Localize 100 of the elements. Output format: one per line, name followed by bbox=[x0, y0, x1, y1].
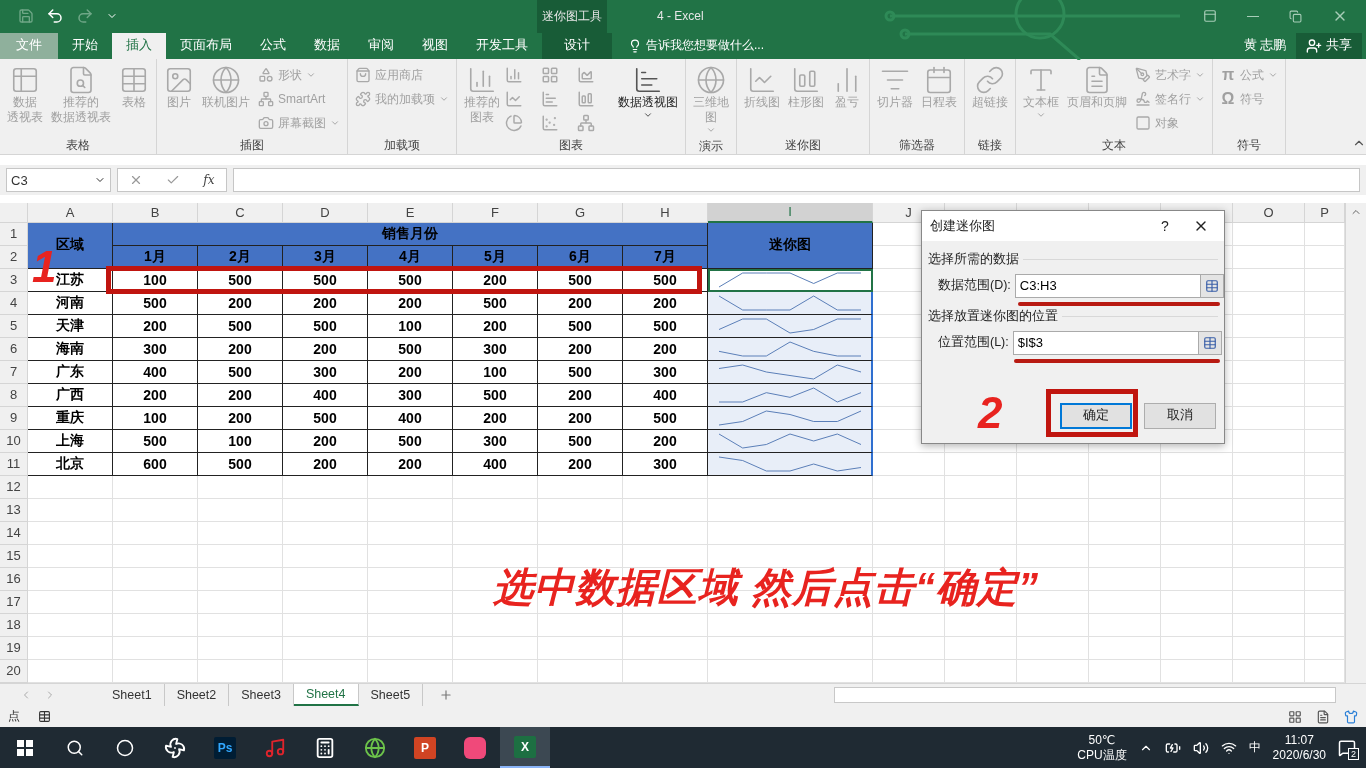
ribbon-tab[interactable]: 数据 bbox=[300, 32, 354, 60]
page-layout-icon[interactable] bbox=[1316, 709, 1330, 724]
dialog-button[interactable]: 确定 bbox=[1060, 402, 1132, 429]
help-button[interactable]: ? bbox=[1150, 216, 1180, 235]
horizontal-scrollbar[interactable] bbox=[834, 686, 1336, 703]
table-cell: 河南 bbox=[28, 291, 113, 315]
field-label: 位置范围(L): bbox=[938, 334, 1009, 352]
table-cell: 500 bbox=[623, 406, 708, 430]
row-header[interactable]: 6 bbox=[0, 337, 28, 361]
table-cell: 500 bbox=[283, 406, 368, 430]
column-header[interactable]: I bbox=[708, 202, 873, 223]
group-label: 迷你图 bbox=[784, 137, 822, 155]
app-icon bbox=[464, 736, 486, 759]
object-icon bbox=[1135, 115, 1151, 132]
column-header[interactable]: D bbox=[283, 202, 368, 223]
row-header[interactable]: 14 bbox=[0, 521, 28, 545]
table-cell: 500 bbox=[538, 314, 623, 338]
row-header[interactable]: 13 bbox=[0, 498, 28, 522]
taskbar-button[interactable]: X bbox=[500, 727, 550, 768]
lightbulb-icon bbox=[628, 38, 642, 53]
row-header[interactable]: 17 bbox=[0, 590, 28, 614]
save-button[interactable] bbox=[18, 8, 34, 25]
table-header-cell: 迷你图 bbox=[708, 222, 873, 269]
column-header[interactable]: B bbox=[113, 202, 198, 223]
ribbon-button[interactable]: 数据透视图 bbox=[615, 63, 681, 137]
table-cell: 200 bbox=[113, 383, 198, 407]
column-header[interactable]: O bbox=[1233, 202, 1305, 223]
table-cell: 400 bbox=[113, 360, 198, 384]
ribbon-tab[interactable]: 页面布局 bbox=[166, 32, 246, 60]
ribbon-tab[interactable]: 视图 bbox=[408, 32, 462, 60]
table-cell: 200 bbox=[368, 452, 453, 476]
column-header[interactable]: H bbox=[623, 202, 708, 223]
undo-button[interactable] bbox=[46, 7, 64, 26]
collapse-dialog-button[interactable] bbox=[1197, 330, 1222, 355]
formula-input[interactable] bbox=[233, 168, 1360, 193]
row-header[interactable]: 5 bbox=[0, 314, 28, 338]
range-field[interactable]: C3:H3 bbox=[1014, 273, 1200, 298]
row-header[interactable]: 18 bbox=[0, 613, 28, 637]
column-header[interactable]: G bbox=[538, 202, 623, 223]
share-button[interactable]: 共享 bbox=[1296, 32, 1362, 60]
column-header[interactable]: C bbox=[198, 202, 283, 223]
insert-function-button[interactable]: fx bbox=[203, 173, 215, 188]
dialog-button[interactable]: 取消 bbox=[1144, 402, 1216, 429]
taskbar-button[interactable]: P bbox=[400, 727, 450, 768]
row-header[interactable]: 9 bbox=[0, 406, 28, 430]
row-header[interactable]: 16 bbox=[0, 567, 28, 591]
table-cell: 400 bbox=[623, 383, 708, 407]
field-label: 数据范围(D): bbox=[938, 277, 1011, 295]
ribbon-tab[interactable]: 审阅 bbox=[354, 32, 408, 60]
table-cell: 100 bbox=[113, 406, 198, 430]
ribbon-tab[interactable]: 开发工具 bbox=[462, 32, 542, 60]
column-header[interactable]: A bbox=[28, 202, 113, 223]
sheet-tab[interactable]: Sheet4 bbox=[293, 683, 359, 706]
circle-icon bbox=[116, 738, 134, 757]
table-cell: 500 bbox=[368, 429, 453, 453]
row-header[interactable]: 12 bbox=[0, 475, 28, 499]
row-header[interactable]: 11 bbox=[0, 452, 28, 476]
tell-me-text[interactable]: 告诉我您想要做什么... bbox=[646, 37, 764, 55]
ribbon-tab[interactable]: 插入 bbox=[112, 32, 166, 60]
table-cell: 200 bbox=[198, 406, 283, 430]
column-header[interactable]: P bbox=[1305, 202, 1345, 223]
ribbon-tab[interactable]: 公式 bbox=[246, 32, 300, 60]
shirt-icon[interactable] bbox=[1344, 709, 1358, 724]
undo-icon bbox=[46, 7, 64, 26]
row-header[interactable]: 1 bbox=[0, 222, 28, 246]
group-label: 图表 bbox=[558, 137, 584, 155]
row-header[interactable]: 2 bbox=[0, 245, 28, 269]
row-header[interactable]: 7 bbox=[0, 360, 28, 384]
ribbon-tab[interactable]: 设计 bbox=[542, 32, 612, 60]
volume-icon[interactable] bbox=[1192, 739, 1209, 756]
ribbon-options-button[interactable] bbox=[1203, 9, 1217, 24]
table-cell: 200 bbox=[538, 383, 623, 407]
row-header[interactable]: 19 bbox=[0, 636, 28, 660]
table-cell: 500 bbox=[198, 360, 283, 384]
restore-button[interactable] bbox=[1289, 9, 1302, 23]
row-header[interactable]: 3 bbox=[0, 268, 28, 292]
plus-icon bbox=[439, 687, 454, 702]
diagram-icon bbox=[258, 91, 274, 108]
row-header[interactable]: 10 bbox=[0, 429, 28, 453]
row-header[interactable]: 20 bbox=[0, 659, 28, 683]
clock-date: 2020/6/30 bbox=[1272, 747, 1326, 763]
row-header[interactable]: 15 bbox=[0, 544, 28, 568]
group-label: 链接 bbox=[977, 137, 1003, 155]
ribbon-tab[interactable]: 开始 bbox=[58, 32, 112, 60]
name-box[interactable]: C3 bbox=[6, 168, 111, 193]
column-header[interactable]: F bbox=[453, 202, 538, 223]
range-field[interactable]: $I$3 bbox=[1012, 330, 1198, 355]
table-header-cell: 销售月份 bbox=[113, 222, 708, 246]
input-method[interactable]: 中 bbox=[1248, 739, 1261, 757]
row-header[interactable]: 4 bbox=[0, 291, 28, 315]
normal-view-icon[interactable] bbox=[1288, 709, 1302, 724]
group-label: 符号 bbox=[1236, 137, 1262, 155]
column-header[interactable]: E bbox=[368, 202, 453, 223]
minimize-button[interactable] bbox=[1247, 15, 1259, 17]
taskbar-button[interactable]: Ps bbox=[200, 727, 250, 768]
collapse-dialog-button[interactable] bbox=[1199, 273, 1224, 298]
group-label: 筛选器 bbox=[898, 137, 936, 155]
row-header[interactable]: 8 bbox=[0, 383, 28, 407]
redo-button[interactable] bbox=[76, 7, 94, 26]
table-cell: 天津 bbox=[28, 314, 113, 338]
